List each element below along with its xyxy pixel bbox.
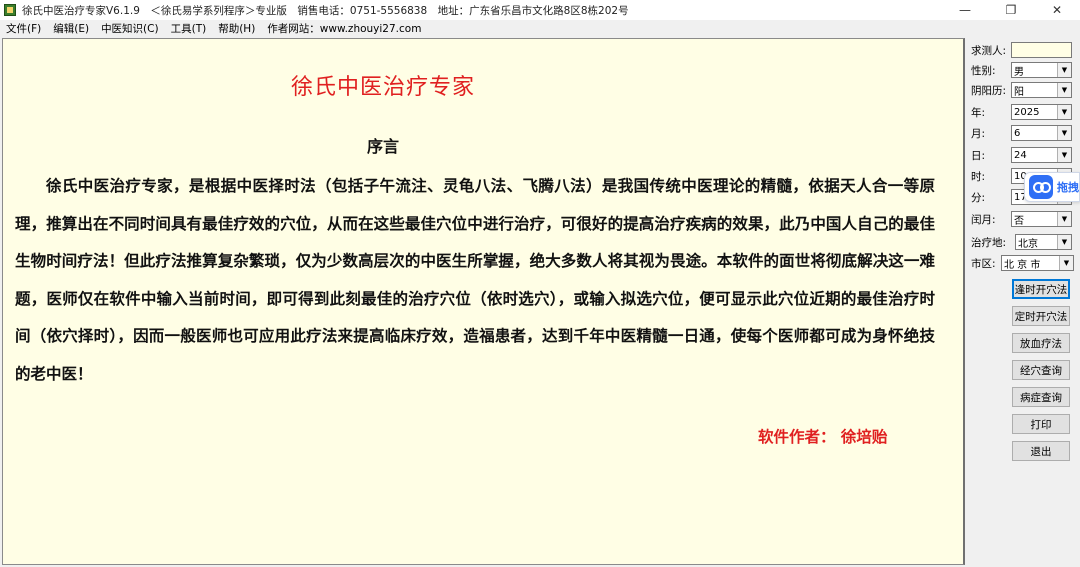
city-row: 市区: 北 京 市 ▼ (971, 254, 1074, 272)
chevron-down-icon: ▼ (1057, 148, 1071, 162)
input-panel: 求测人: 性别: 男 ▼ 阴阳历: 阳 ▼ 年: 2025 ▼ 月: 6 ▼ 日… (967, 38, 1080, 567)
chevron-down-icon: ▼ (1057, 105, 1071, 119)
city-select[interactable]: 北 京 市 ▼ (1001, 255, 1074, 271)
year-select[interactable]: 2025 ▼ (1011, 104, 1072, 120)
menu-bar: 文件(F) 编辑(E) 中医知识(C) 工具(T) 帮助(H) 作者网站：www… (0, 20, 965, 37)
day-label: 日: (971, 149, 986, 162)
year-row: 年: 2025 ▼ (971, 103, 1072, 121)
calendar-row: 阴阳历: 阳 ▼ (971, 81, 1072, 99)
chevron-down-icon: ▼ (1057, 83, 1071, 97)
disease-query-button[interactable]: 病症查询 (1012, 387, 1070, 407)
menu-tcm-knowledge[interactable]: 中医知识(C) (95, 21, 165, 36)
menu-edit[interactable]: 编辑(E) (47, 21, 95, 36)
minute-label: 分: (971, 191, 986, 204)
chevron-down-icon: ▼ (1057, 126, 1071, 140)
chevron-down-icon: ▼ (1057, 235, 1071, 249)
month-label: 月: (971, 127, 986, 140)
document-body: 徐氏中医治疗专家，是根据中医择时法（包括子午流注、灵龟八法、飞腾八法）是我国传统… (15, 176, 935, 383)
requester-input[interactable] (1011, 42, 1072, 58)
leap-month-label: 闰月: (971, 213, 996, 226)
chevron-down-icon: ▼ (1057, 63, 1071, 77)
day-select[interactable]: 24 ▼ (1011, 147, 1072, 163)
minimize-icon[interactable]: — (942, 0, 988, 20)
calendar-select[interactable]: 阳 ▼ (1011, 82, 1072, 98)
location-select[interactable]: 北京 ▼ (1015, 234, 1072, 250)
city-label: 市区: (971, 257, 996, 270)
city-value: 北 京 市 (1004, 259, 1041, 271)
bloodletting-button[interactable]: 放血疗法 (1012, 333, 1070, 353)
timed-open-button[interactable]: 逢时开穴法 (1012, 279, 1070, 299)
cloud-icon (1029, 175, 1053, 199)
year-label: 年: (971, 106, 986, 119)
requester-label: 求测人: (971, 44, 1007, 57)
day-row: 日: 24 ▼ (971, 146, 1072, 164)
year-value: 2025 (1014, 106, 1040, 118)
window-title: 徐氏中医治疗专家V6.1.9 ＜徐氏易学系列程序＞专业版 销售电话：0751-5… (22, 4, 629, 17)
menu-file[interactable]: 文件(F) (0, 21, 47, 36)
chevron-down-icon: ▼ (1059, 256, 1073, 270)
gender-value: 男 (1014, 66, 1024, 78)
document-heading: 序言 (366, 137, 399, 156)
month-row: 月: 6 ▼ (971, 124, 1072, 142)
calendar-value: 阳 (1014, 86, 1024, 98)
hour-label: 时: (971, 170, 986, 183)
month-select[interactable]: 6 ▼ (1011, 125, 1072, 141)
drag-widget[interactable]: 拖拽 (1024, 172, 1080, 202)
calendar-label: 阴阳历: (971, 84, 1007, 97)
document-author: 软件作者： 徐培贻 (758, 427, 888, 446)
window-controls: — ❐ ✕ (942, 0, 1080, 20)
location-label: 治疗地: (971, 236, 1007, 249)
exit-button[interactable]: 退出 (1012, 441, 1070, 461)
close-icon[interactable]: ✕ (1034, 0, 1080, 20)
gender-label: 性别: (971, 64, 996, 77)
chevron-down-icon: ▼ (1057, 212, 1071, 226)
title-bar: 徐氏中医治疗专家V6.1.9 ＜徐氏易学系列程序＞专业版 销售电话：0751-5… (0, 0, 1080, 20)
print-button[interactable]: 打印 (1012, 414, 1070, 434)
gender-row: 性别: 男 ▼ (971, 61, 1072, 79)
maximize-icon[interactable]: ❐ (988, 0, 1034, 20)
month-value: 6 (1014, 127, 1021, 139)
location-value: 北京 (1018, 238, 1038, 250)
author-website: 作者网站：www.zhouyi27.com (267, 23, 422, 35)
document-area: 徐氏中医治疗专家 序言 徐氏中医治疗专家，是根据中医择时法（包括子午流注、灵龟八… (2, 38, 965, 565)
gender-select[interactable]: 男 ▼ (1011, 62, 1072, 78)
app-icon (4, 4, 16, 16)
leap-month-value: 否 (1014, 215, 1024, 227)
acupoint-query-button[interactable]: 经穴查询 (1012, 360, 1070, 380)
document-title: 徐氏中医治疗专家 (290, 75, 475, 100)
day-value: 24 (1014, 149, 1027, 161)
menu-help[interactable]: 帮助(H) (212, 21, 261, 36)
menu-tools[interactable]: 工具(T) (165, 21, 213, 36)
fixed-open-button[interactable]: 定时开穴法 (1012, 306, 1070, 326)
location-row: 治疗地: 北京 ▼ (971, 233, 1072, 251)
requester-row: 求测人: (971, 41, 1072, 59)
leap-month-row: 闰月: 否 ▼ (971, 210, 1072, 228)
leap-month-select[interactable]: 否 ▼ (1011, 211, 1072, 227)
drag-widget-label: 拖拽 (1057, 181, 1079, 194)
